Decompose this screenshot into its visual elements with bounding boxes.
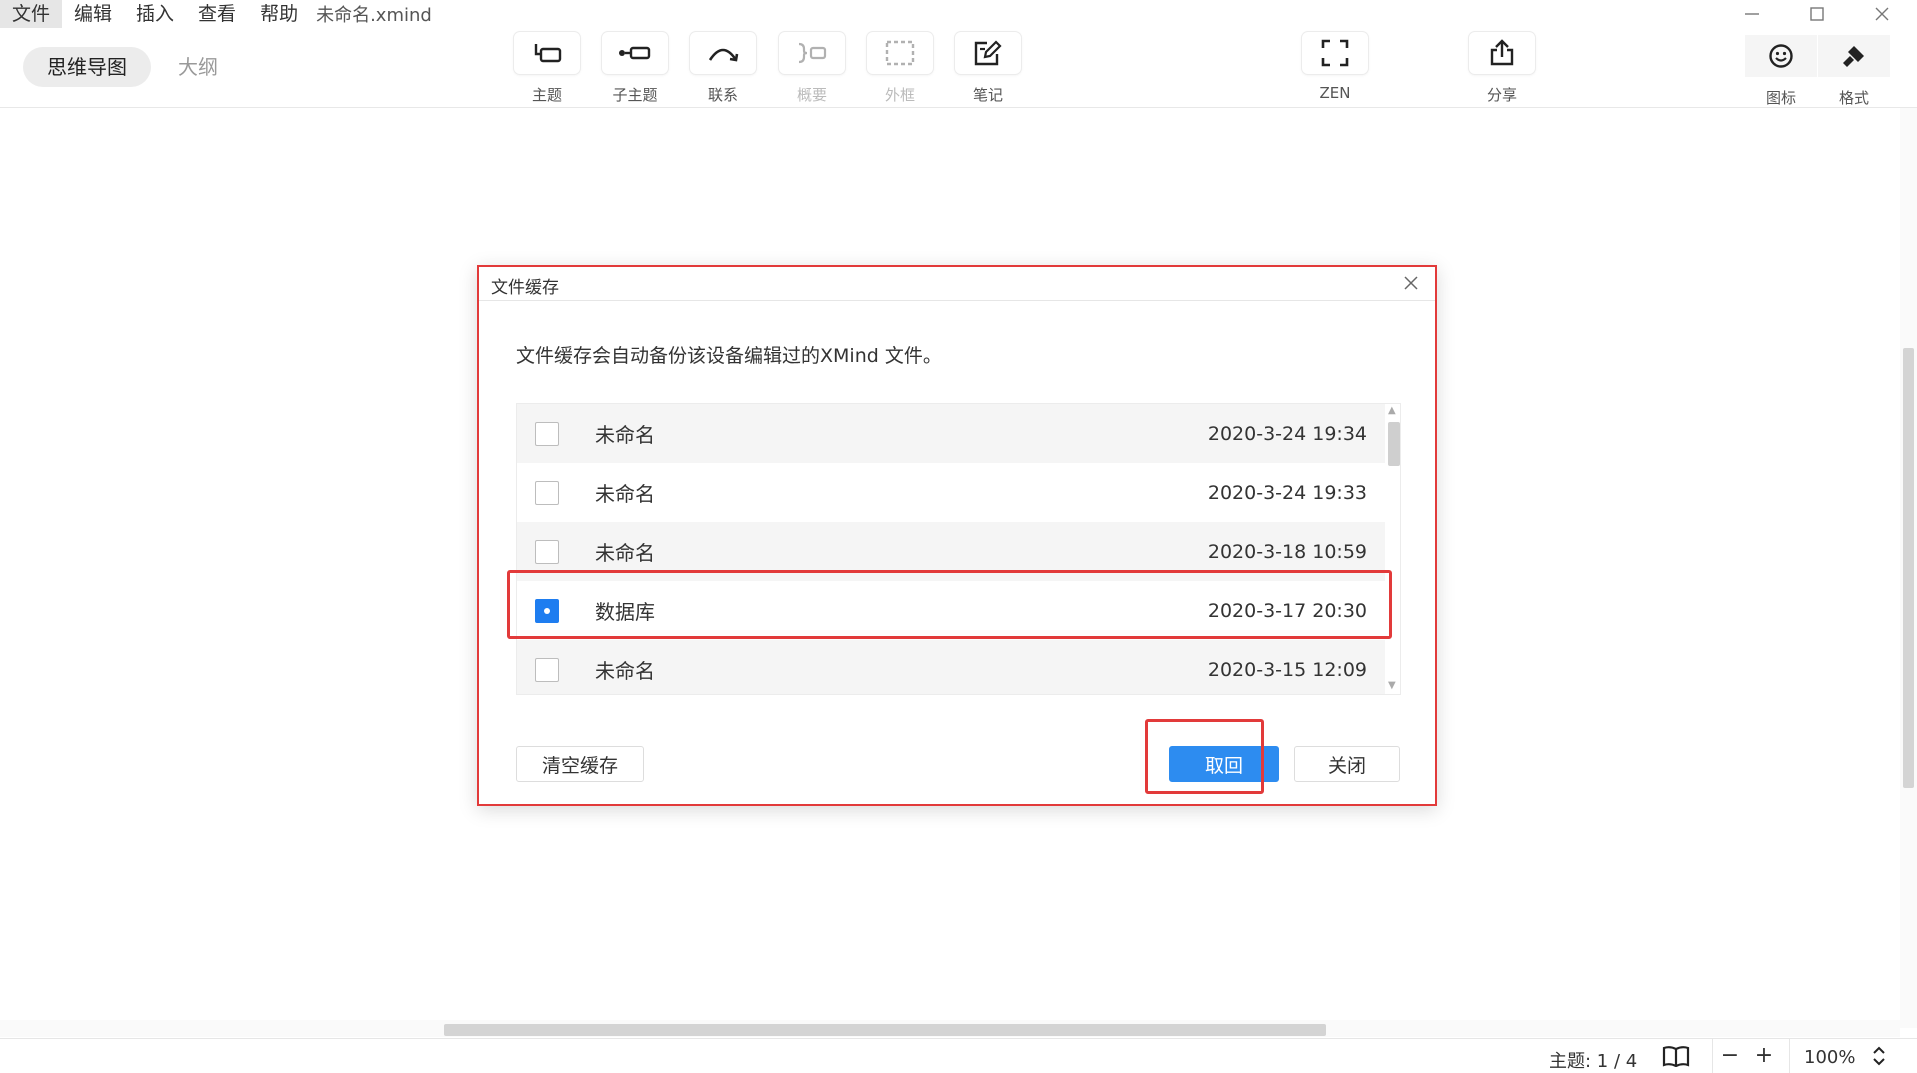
dialog-close-button[interactable]	[1401, 273, 1421, 293]
zen-fullscreen-icon	[1321, 39, 1349, 67]
row-checkbox[interactable]	[535, 421, 559, 446]
row-date: 2020-3-18 10:59	[1207, 540, 1367, 563]
share-tool[interactable]: 分享	[1467, 32, 1537, 105]
close-window-button[interactable]	[1852, 0, 1912, 28]
subtopic-icon	[619, 46, 651, 60]
close-dialog-button[interactable]: 关闭	[1294, 746, 1400, 782]
row-name: 未命名	[595, 482, 655, 506]
status-divider	[1712, 1039, 1713, 1073]
close-icon	[1875, 7, 1889, 21]
zen-tool[interactable]: ZEN	[1300, 32, 1370, 102]
menu-view[interactable]: 查看	[186, 0, 248, 28]
share-label: 分享	[1486, 86, 1517, 104]
list-item[interactable]: 未命名 2020-3-18 10:59	[517, 522, 1385, 581]
row-date: 2020-3-15 12:09	[1207, 658, 1367, 681]
close-icon	[1404, 276, 1418, 290]
boundary-icon	[885, 40, 915, 66]
maximize-button[interactable]	[1787, 0, 1847, 28]
row-checkbox[interactable]	[535, 657, 559, 682]
topic-label: 主题	[531, 86, 562, 104]
list-item[interactable]: 未命名 2020-3-15 12:09	[517, 640, 1385, 694]
row-name: 未命名	[595, 659, 655, 683]
row-date: 2020-3-24 19:34	[1207, 422, 1367, 445]
toolbar-divider	[0, 107, 1917, 108]
share-icon	[1490, 39, 1514, 66]
smiley-icon	[1769, 44, 1793, 68]
book-icon	[1662, 1046, 1690, 1068]
scroll-up-icon[interactable]: ▲	[1388, 405, 1396, 416]
zoom-level[interactable]: 100%	[1804, 1047, 1855, 1068]
file-cache-dialog: 文件缓存 文件缓存会自动备份该设备编辑过的XMind 文件。 未命名 2020-…	[477, 265, 1437, 806]
cache-file-list: 未命名 2020-3-24 19:34 未命名 2020-3-24 19:33 …	[516, 403, 1401, 695]
subtopic-label: 子主题	[612, 86, 658, 104]
row-checkbox[interactable]	[535, 480, 559, 505]
icon-panel-label: 图标	[1765, 89, 1796, 107]
relationship-icon	[708, 48, 739, 62]
scroll-down-icon[interactable]: ▼	[1388, 680, 1396, 691]
row-date: 2020-3-17 20:30	[1207, 599, 1367, 622]
list-item-selected[interactable]: 数据库 2020-3-17 20:30	[517, 581, 1385, 640]
zoom-in-button[interactable]: +	[1751, 1043, 1777, 1068]
zoom-stepper[interactable]	[1870, 1043, 1888, 1073]
format-brush-icon	[1843, 46, 1864, 67]
menu-file[interactable]: 文件	[0, 0, 63, 28]
summary-label: 概要	[796, 86, 827, 104]
row-checkbox[interactable]	[535, 539, 559, 564]
minimize-icon	[1745, 13, 1759, 15]
relationship-tool[interactable]: 联系	[688, 32, 758, 105]
notes-label: 笔记	[972, 86, 1003, 104]
minimize-button[interactable]	[1722, 0, 1782, 28]
menu-help[interactable]: 帮助	[248, 0, 310, 28]
status-divider	[1789, 1039, 1790, 1073]
format-panel-label: 格式	[1838, 89, 1869, 107]
notes-icon	[974, 40, 1002, 66]
list-item[interactable]: 未命名 2020-3-24 19:34	[517, 404, 1385, 463]
row-name: 未命名	[595, 541, 655, 565]
relationship-label: 联系	[707, 86, 738, 104]
maximize-icon	[1810, 7, 1824, 21]
clear-cache-button[interactable]: 清空缓存	[516, 746, 644, 782]
menu-insert[interactable]: 插入	[124, 0, 186, 28]
zoom-out-button[interactable]: −	[1717, 1043, 1743, 1068]
canvas-vertical-scrollbar[interactable]	[1900, 108, 1917, 1028]
boundary-tool[interactable]: 外框	[865, 32, 935, 105]
topic-count: 主题: 1 / 4	[1549, 1051, 1638, 1072]
dialog-description: 文件缓存会自动备份该设备编辑过的XMind 文件。	[516, 345, 942, 367]
summary-tool[interactable]: 概要	[777, 32, 847, 105]
document-title: 未命名.xmind	[316, 5, 432, 26]
outline-book-button[interactable]	[1662, 1045, 1690, 1071]
row-name: 数据库	[595, 600, 655, 624]
menu-edit[interactable]: 编辑	[62, 0, 124, 28]
boundary-label: 外框	[884, 86, 915, 104]
restore-button[interactable]: 取回	[1169, 746, 1279, 782]
notes-tool[interactable]: 笔记	[953, 32, 1023, 105]
dialog-header: 文件缓存	[479, 267, 1435, 301]
dialog-title: 文件缓存	[491, 278, 559, 298]
updown-chevron-icon	[1873, 1046, 1885, 1066]
menubar: 文件 编辑 插入 查看 帮助 未命名.xmind	[0, 0, 1917, 28]
topic-icon	[534, 44, 562, 63]
row-date: 2020-3-24 19:33	[1207, 481, 1367, 504]
tab-mindmap[interactable]: 思维导图	[23, 47, 151, 87]
statusbar: 主题: 1 / 4 − + 100%	[0, 1038, 1917, 1073]
topic-tool[interactable]: 主题	[512, 32, 582, 105]
row-name: 未命名	[595, 423, 655, 447]
tab-outline[interactable]: 大纲	[154, 47, 242, 87]
format-panel-tool[interactable]: 格式	[1818, 35, 1890, 108]
zen-label: ZEN	[1319, 84, 1351, 102]
list-item[interactable]: 未命名 2020-3-24 19:33	[517, 463, 1385, 522]
row-checkbox-checked[interactable]	[535, 598, 559, 623]
list-scrollbar[interactable]: ▲ ▼	[1385, 404, 1400, 694]
subtopic-tool[interactable]: 子主题	[600, 32, 670, 105]
summary-icon	[798, 42, 827, 64]
canvas-horizontal-scrollbar[interactable]	[0, 1020, 1900, 1037]
icon-panel-tool[interactable]: 图标	[1745, 35, 1817, 108]
